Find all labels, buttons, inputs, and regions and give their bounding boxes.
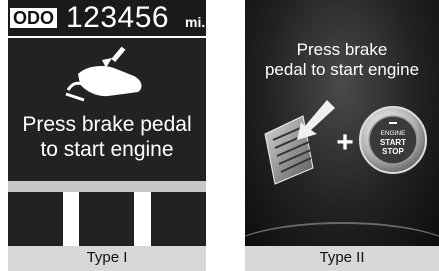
- type2-message-line2: pedal to start engine: [264, 60, 420, 79]
- type1-message-line2: to start engine: [40, 138, 174, 161]
- brake-pedal-message-illustration: ODO 123456 mi. Press brake pedal to star…: [0, 0, 439, 271]
- button-label-line2: START: [380, 138, 406, 147]
- type1-gray-band: [8, 181, 206, 192]
- odometer-divider: [8, 36, 206, 38]
- odometer-row: ODO 123456 mi.: [8, 0, 206, 36]
- panel-type2: Press brake pedal to start engine ENGINE…: [245, 0, 439, 271]
- type1-lower-blocks: [8, 192, 206, 246]
- type1-block-left: [8, 192, 63, 246]
- type1-message: Press brake pedal to start engine: [8, 112, 206, 162]
- type1-block-right: [151, 192, 206, 246]
- type2-graphic: ENGINE START STOP +: [264, 100, 427, 185]
- type2-display: Press brake pedal to start engine ENGINE…: [245, 0, 439, 246]
- dashboard-arc: [245, 222, 439, 246]
- engine-start-stop-button-icon: ENGINE START STOP: [359, 106, 427, 174]
- odometer-badge: ODO: [10, 8, 58, 28]
- panel-type1: ODO 123456 mi. Press brake pedal to star…: [8, 0, 206, 271]
- plus-sign: +: [336, 126, 354, 159]
- button-label-line3: STOP: [382, 147, 404, 156]
- type1-message-line1: Press brake pedal: [22, 113, 192, 136]
- type2-caption: Type II: [319, 249, 365, 266]
- button-label-line1: ENGINE: [381, 130, 407, 137]
- odometer-unit: mi.: [185, 14, 206, 30]
- type1-caption: Type I: [86, 249, 128, 266]
- odometer-value: 123456: [66, 1, 170, 34]
- foot-on-pedal-icon: [65, 46, 142, 102]
- type2-message-line1: Press brake: [296, 40, 388, 59]
- type1-block-middle: [79, 192, 134, 246]
- type1-display: ODO 123456 mi. Press brake pedal to star…: [8, 0, 206, 181]
- type2-message: Press brake pedal to start engine: [245, 40, 439, 80]
